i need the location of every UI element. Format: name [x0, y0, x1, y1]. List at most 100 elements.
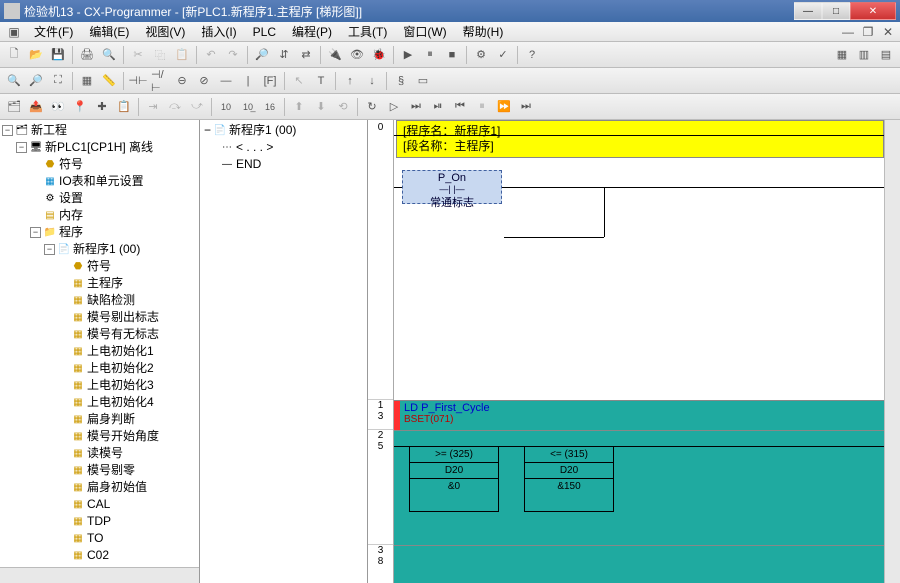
func-icon[interactable]: [F] — [260, 71, 280, 91]
copy-icon[interactable]: ⿻ — [150, 45, 170, 65]
step-out-icon[interactable]: ⤻ — [187, 97, 207, 117]
radix-16-icon[interactable]: 16 — [260, 97, 280, 117]
tree-sec-init2[interactable]: 上电初始化2 — [87, 360, 154, 377]
contact-p-on[interactable]: P_On —| |— 常通标志 — [402, 170, 502, 204]
pointer-icon[interactable]: ↖ — [289, 71, 309, 91]
view-cross-icon[interactable]: ✚ — [92, 97, 112, 117]
tree-io[interactable]: IO表和单元设置 — [59, 173, 144, 190]
ruler-icon[interactable]: 📏 — [99, 71, 119, 91]
vline-icon[interactable]: | — [238, 71, 258, 91]
hline-icon[interactable]: — — [216, 71, 236, 91]
menu-plc[interactable]: PLC — [245, 23, 284, 41]
open-icon[interactable]: 📂 — [26, 45, 46, 65]
window-layout-icon[interactable]: ▦ — [832, 45, 852, 65]
compare-block-1[interactable]: >= (325) D20 &0 — [409, 446, 499, 512]
falling-icon[interactable]: ↓ — [362, 71, 382, 91]
view-local-icon[interactable]: 📋 — [114, 97, 134, 117]
sim-end-icon[interactable]: ⏭ — [516, 97, 536, 117]
radix-10s-icon[interactable]: 10̲ — [238, 97, 258, 117]
tree-sec-init3[interactable]: 上电初始化3 — [87, 377, 154, 394]
compile-icon[interactable]: ⚙ — [471, 45, 491, 65]
menu-tools[interactable]: 工具(T) — [340, 21, 395, 42]
force-on-icon[interactable]: ⬆ — [289, 97, 309, 117]
ladder-editor[interactable]: 0 13 25 38 [程序名：新程序1] [段名称：主程序] P_On —| … — [368, 120, 900, 583]
view-address-icon[interactable]: 📍 — [70, 97, 90, 117]
tree-program1[interactable]: 新程序1 (00) — [73, 241, 140, 258]
menu-file[interactable]: 文件(F) — [26, 21, 81, 42]
tree-sec-symbols[interactable]: 符号 — [87, 258, 111, 275]
window-tile-icon[interactable]: ▤ — [876, 45, 896, 65]
coil-neg-icon[interactable]: ⊘ — [194, 71, 214, 91]
sim-skip-icon[interactable]: ⏯ — [428, 97, 448, 117]
sim-back-icon[interactable]: ⏮ — [450, 97, 470, 117]
project-tree[interactable]: −🗂新工程 −🖥新PLC1[CP1H] 离线 ⬣符号 ▦IO表和单元设置 ⚙设置… — [0, 120, 199, 567]
compare-block-2[interactable]: <= (315) D20 &150 — [524, 446, 614, 512]
close-button[interactable]: ✕ — [850, 2, 896, 20]
radix-10-icon[interactable]: 10 — [216, 97, 236, 117]
grid-icon[interactable]: ▦ — [77, 71, 97, 91]
play-icon[interactable]: ▶ — [398, 45, 418, 65]
menu-view[interactable]: 视图(V) — [137, 21, 193, 42]
text-icon[interactable]: T — [311, 71, 331, 91]
menu-help[interactable]: 帮助(H) — [455, 21, 512, 42]
new-icon[interactable]: 🗋 — [4, 45, 24, 65]
fit-icon[interactable]: ⛶ — [48, 71, 68, 91]
cut-icon[interactable]: ✂ — [128, 45, 148, 65]
tree-symbols[interactable]: 符号 — [59, 156, 83, 173]
rising-icon[interactable]: ↑ — [340, 71, 360, 91]
doc-close-button[interactable]: ✕ — [880, 24, 896, 40]
rung-2[interactable]: >= (325) D20 &0 <= (315) D20 &150 — [394, 430, 884, 545]
compare-icon[interactable]: ⇄ — [296, 45, 316, 65]
tree-sec-defect[interactable]: 缺陷检测 — [87, 292, 135, 309]
check-icon[interactable]: ✓ — [493, 45, 513, 65]
vertical-scrollbar[interactable] — [884, 120, 900, 583]
tree-memory[interactable]: 内存 — [59, 207, 83, 224]
print-icon[interactable]: 🖨 — [77, 45, 97, 65]
find-icon[interactable]: 🔎 — [252, 45, 272, 65]
transfer-icon[interactable]: ⇵ — [274, 45, 294, 65]
section-icon[interactable]: § — [391, 71, 411, 91]
force-cancel-icon[interactable]: ⟲ — [333, 97, 353, 117]
contact-no-icon[interactable]: ⊣⊢ — [128, 71, 148, 91]
tree-sec-c02[interactable]: C02 — [87, 547, 109, 564]
rung-0[interactable]: [程序名：新程序1] [段名称：主程序] P_On —| |— 常通标志 PCo… — [394, 120, 884, 400]
tree-sec-main[interactable]: 主程序 — [87, 275, 123, 292]
window-cascade-icon[interactable]: ▥ — [854, 45, 874, 65]
sim-restart-icon[interactable]: ↻ — [362, 97, 382, 117]
tree-sec-markout[interactable]: 模号剔出标志 — [87, 309, 159, 326]
step-in-icon[interactable]: ⇥ — [143, 97, 163, 117]
debug-icon[interactable]: 🐞 — [369, 45, 389, 65]
pause-icon[interactable]: ⏸ — [420, 45, 440, 65]
view-watch-icon[interactable]: 👀 — [48, 97, 68, 117]
tree-sec-hasmark[interactable]: 模号有无标志 — [87, 326, 159, 343]
tree-sec-cal[interactable]: CAL — [87, 496, 110, 513]
sim-play-icon[interactable]: ▷ — [384, 97, 404, 117]
tree-sec-angle[interactable]: 模号开始角度 — [87, 428, 159, 445]
sim-ff-icon[interactable]: ⏩ — [494, 97, 514, 117]
paste-icon[interactable]: 📋 — [172, 45, 192, 65]
tree-sec-tdp[interactable]: TDP — [87, 513, 111, 530]
step-over-icon[interactable]: ⤼ — [165, 97, 185, 117]
redo-icon[interactable]: ↷ — [223, 45, 243, 65]
menu-edit[interactable]: 编辑(E) — [81, 21, 137, 42]
menu-program[interactable]: 编程(P) — [284, 21, 340, 42]
doc-restore-button[interactable]: ❐ — [860, 24, 876, 40]
undo-icon[interactable]: ↶ — [201, 45, 221, 65]
force-off-icon[interactable]: ⬇ — [311, 97, 331, 117]
tree-sec-body[interactable]: 扁身判断 — [87, 411, 135, 428]
tree-plc[interactable]: 新PLC1[CP1H] 离线 — [45, 139, 153, 156]
help-icon[interactable]: ? — [522, 45, 542, 65]
view-project-icon[interactable]: 🗂 — [4, 97, 24, 117]
contact-nc-icon[interactable]: ⊣/⊢ — [150, 71, 170, 91]
view-output-icon[interactable]: 📤 — [26, 97, 46, 117]
tree-settings[interactable]: 设置 — [59, 190, 83, 207]
ladder-canvas[interactable]: [程序名：新程序1] [段名称：主程序] P_On —| |— 常通标志 PCo… — [394, 120, 884, 583]
menu-window[interactable]: 窗口(W) — [395, 21, 454, 42]
maximize-button[interactable]: □ — [822, 2, 850, 20]
rung-1[interactable]: LD P_First_Cycle BSET(071) — [394, 400, 884, 430]
doc-min-button[interactable]: — — [840, 24, 856, 40]
menu-insert[interactable]: 插入(I) — [193, 21, 244, 42]
tree-sec-to[interactable]: TO — [87, 530, 103, 547]
mid-end[interactable]: END — [236, 156, 261, 173]
tree-root[interactable]: 新工程 — [31, 122, 67, 139]
